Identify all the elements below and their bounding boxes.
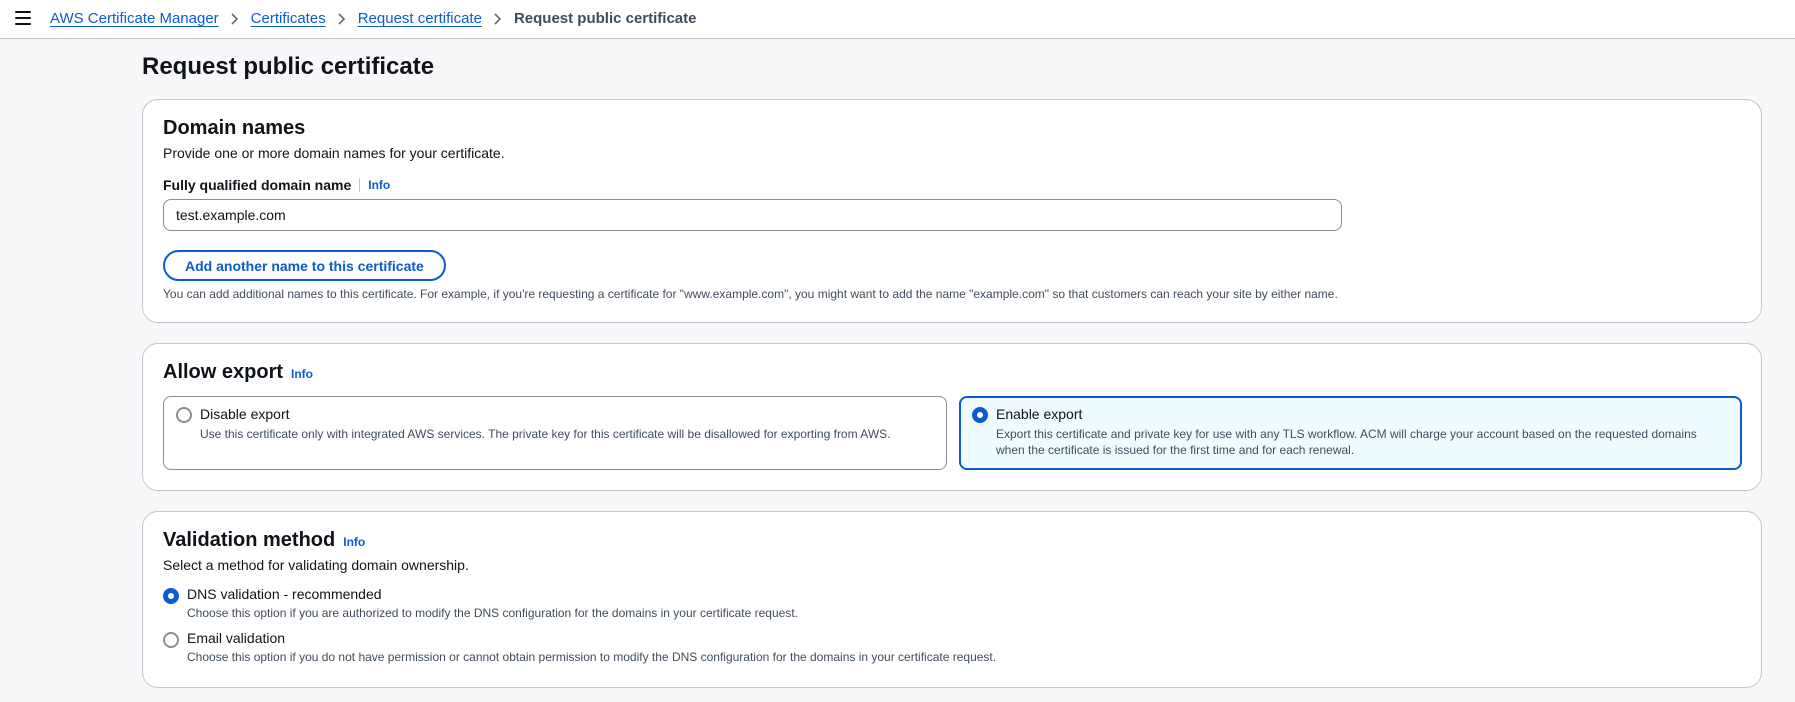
- breadcrumb-request-certificate[interactable]: Request certificate: [358, 10, 482, 27]
- breadcrumb-certificates[interactable]: Certificates: [251, 10, 326, 27]
- validation-method-info-link[interactable]: Info: [343, 535, 365, 549]
- allow-export-heading-row: Allow export Info: [163, 361, 313, 384]
- fqdn-input[interactable]: [163, 199, 1342, 231]
- fqdn-label: Fully qualified domain name: [163, 177, 352, 193]
- domain-names-heading: Domain names: [163, 117, 306, 139]
- validation-method-panel: Validation method Info Select a method f…: [142, 511, 1762, 688]
- email-validation-description: Choose this option if you do not have pe…: [187, 650, 997, 664]
- disable-export-tile[interactable]: Disable export Use this certificate only…: [163, 396, 947, 470]
- chevron-right-icon: [337, 12, 347, 25]
- dns-validation-label: DNS validation - recommended: [187, 586, 382, 602]
- allow-export-panel: Allow export Info Disable export Use thi…: [142, 343, 1762, 491]
- domain-names-description: Provide one or more domain names for you…: [163, 145, 505, 161]
- add-another-name-button[interactable]: Add another name to this certificate: [163, 250, 446, 281]
- validation-method-heading-row: Validation method Info: [163, 529, 365, 552]
- page-title: Request public certificate: [142, 53, 435, 80]
- breadcrumb-aws-certificate-manager[interactable]: AWS Certificate Manager: [50, 10, 219, 27]
- menu-icon[interactable]: [15, 11, 31, 27]
- enable-export-radio[interactable]: [972, 407, 988, 423]
- disable-export-radio[interactable]: [176, 407, 192, 423]
- label-divider: [359, 178, 361, 192]
- validation-method-description: Select a method for validating domain ow…: [163, 557, 469, 573]
- disable-export-description: Use this certificate only with integrate…: [200, 427, 891, 441]
- enable-export-tile[interactable]: Enable export Export this certificate an…: [959, 396, 1742, 470]
- dns-validation-description: Choose this option if you are authorized…: [187, 606, 798, 620]
- chevron-right-icon: [493, 12, 503, 25]
- domain-names-panel: Domain names Provide one or more domain …: [142, 99, 1762, 323]
- add-name-hint: You can add additional names to this cer…: [163, 287, 1338, 301]
- fqdn-label-row: Fully qualified domain name Info: [163, 177, 390, 193]
- breadcrumb-current: Request public certificate: [513, 10, 697, 27]
- fqdn-info-link[interactable]: Info: [368, 178, 390, 192]
- email-validation-radio[interactable]: [163, 632, 179, 648]
- allow-export-heading: Allow export: [163, 361, 284, 383]
- enable-export-description: Export this certificate and private key …: [996, 427, 1697, 457]
- dns-validation-radio[interactable]: [163, 588, 179, 604]
- top-navigation-bar: AWS Certificate Manager Certificates Req…: [0, 0, 1795, 39]
- breadcrumb: AWS Certificate Manager Certificates Req…: [50, 10, 697, 27]
- disable-export-label: Disable export: [200, 406, 290, 422]
- email-validation-label: Email validation: [187, 630, 286, 646]
- enable-export-label: Enable export: [996, 406, 1083, 422]
- allow-export-info-link[interactable]: Info: [291, 367, 313, 381]
- validation-method-heading: Validation method: [163, 529, 336, 551]
- chevron-right-icon: [230, 12, 240, 25]
